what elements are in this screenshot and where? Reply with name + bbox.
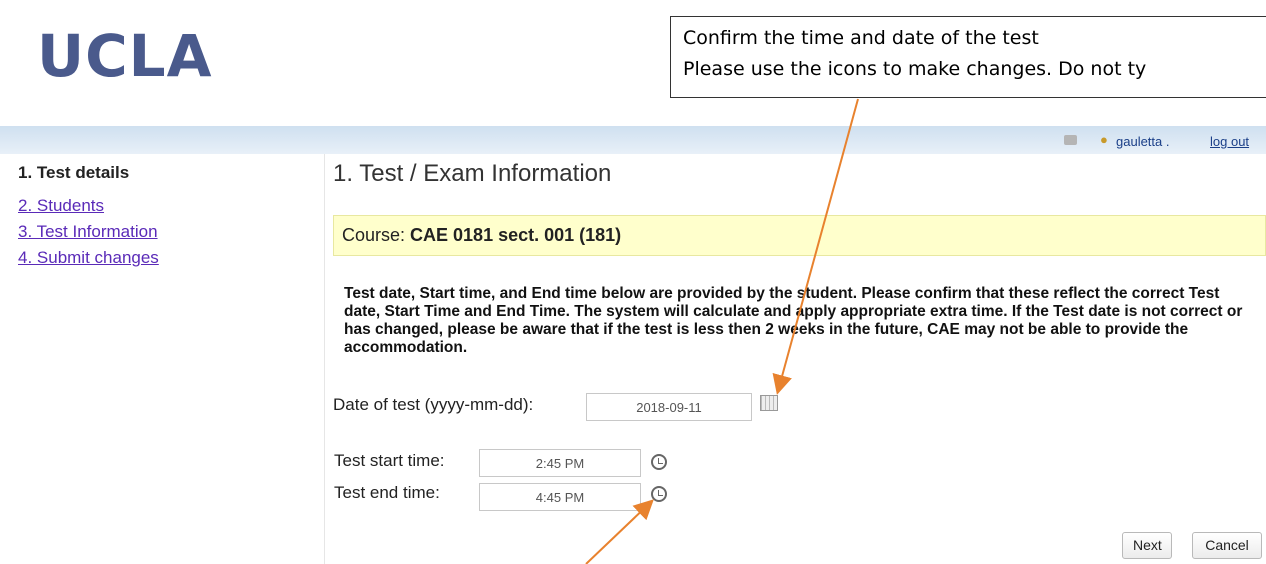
logout-link[interactable]: log out (1210, 134, 1249, 149)
course-bar: Course: CAE 0181 sect. 001 (181) (333, 215, 1266, 256)
notice-text: Test date, Start time, and End time belo… (344, 285, 1243, 356)
sidebar-item-submit-changes[interactable]: 4. Submit changes (18, 248, 159, 267)
end-time-label: Test end time: (334, 483, 440, 502)
start-alarm-clock-icon[interactable] (651, 454, 667, 470)
start-time-label: Test start time: (334, 451, 445, 470)
page-title: 1. Test / Exam Information (333, 160, 612, 187)
top-bar: ● gauletta . log out (0, 126, 1266, 154)
end-time-field[interactable]: 4:45 PM (479, 483, 641, 511)
instruction-callout: Confirm the time and date of the test Pl… (670, 16, 1266, 98)
username: gauletta . (1116, 134, 1170, 149)
date-label: Date of test (yyyy-mm-dd): (333, 395, 534, 414)
course-prefix: Course: (342, 225, 411, 245)
course-name: CAE 0181 sect. 001 (181) (410, 225, 622, 245)
printer-icon[interactable] (1064, 135, 1077, 145)
cancel-button[interactable]: Cancel (1192, 532, 1262, 559)
callout-line-1: Confirm the time and date of the test (683, 27, 1039, 49)
date-field[interactable]: 2018-09-11 (586, 393, 752, 421)
sidebar-item-test-details: 1. Test details (18, 163, 130, 182)
calendar-icon[interactable] (760, 395, 778, 411)
arrow-to-clock-icon (585, 499, 654, 564)
content-divider (324, 154, 325, 564)
user-icon: ● (1100, 132, 1108, 147)
start-time-field[interactable]: 2:45 PM (479, 449, 641, 477)
ucla-logo: UCLA (37, 22, 213, 90)
end-alarm-clock-icon[interactable] (651, 486, 667, 502)
sidebar: 1. Test details 2. Students 3. Test Info… (18, 163, 159, 274)
callout-line-2: Please use the icons to make changes. Do… (683, 58, 1147, 80)
sidebar-item-test-information[interactable]: 3. Test Information (18, 222, 158, 241)
next-button[interactable]: Next (1122, 532, 1172, 559)
sidebar-item-students[interactable]: 2. Students (18, 196, 104, 215)
